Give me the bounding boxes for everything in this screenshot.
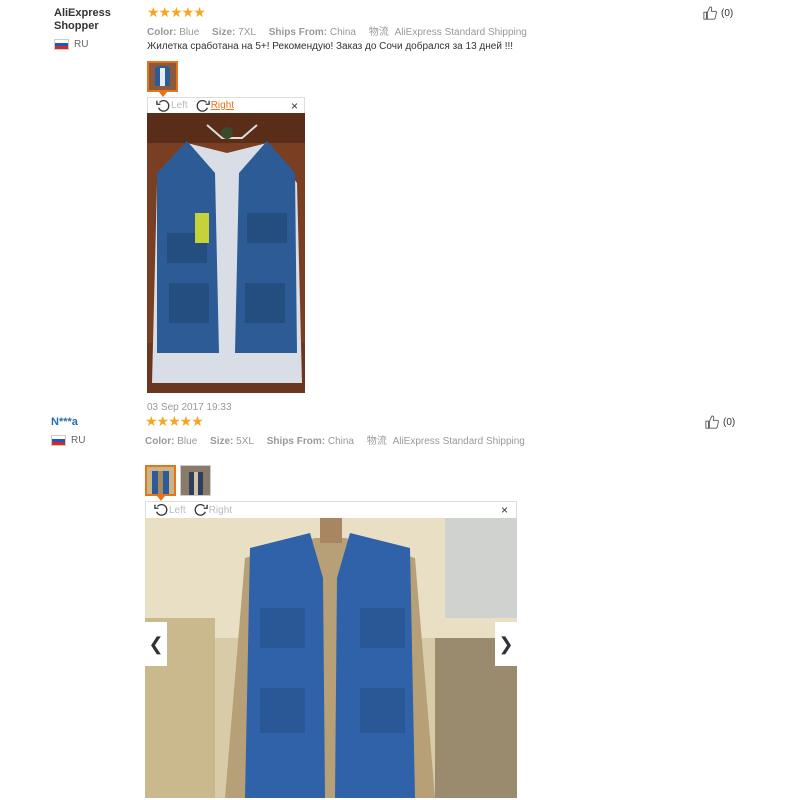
size-value: 7XL (238, 27, 256, 38)
flag-ru-icon (54, 39, 69, 50)
rotate-right-icon (194, 504, 208, 516)
thumbnail-image (181, 466, 210, 495)
color-value: Blue (177, 436, 198, 447)
order-info: Color: Blue Size: 5XL Ships From: China … (145, 432, 525, 447)
chevron-right-icon[interactable]: ❯ (495, 622, 517, 666)
size-label: Size: (210, 436, 234, 447)
rotate-left-button[interactable]: Left (156, 99, 188, 113)
flag-ru-icon (51, 435, 66, 446)
review-date: 03 Sep 2017 19:33 (147, 402, 232, 413)
close-icon[interactable]: × (291, 99, 298, 113)
ships-label: Ships From: (268, 27, 328, 38)
rotate-left-button[interactable]: Left (154, 503, 186, 517)
review-text: Жилетка сработана на 5+! Рекомендую! Зак… (147, 41, 514, 52)
rating-stars: ★★★★★ (147, 4, 206, 20)
vest-photo-image (145, 518, 517, 798)
order-info: Color: Blue Size: 7XL Ships From: China … (147, 23, 527, 38)
rating-stars: ★★★★★ (145, 413, 204, 429)
reviewer-name: AliExpress Shopper (54, 7, 111, 32)
rotate-left-label: Left (169, 504, 186, 516)
rotate-left-icon (154, 504, 168, 516)
review-photo (145, 518, 517, 798)
thumbnail-image (147, 467, 174, 494)
rotate-right-icon (196, 99, 210, 112)
rotate-right-label: Right (208, 504, 233, 516)
thumbs-up-icon (703, 6, 717, 20)
ships-value: China (329, 27, 356, 38)
rotate-right-button[interactable]: Right (194, 503, 232, 517)
vest-photo-image (147, 113, 305, 393)
thumbs-up-icon (705, 415, 719, 429)
rotate-right-label: Right (210, 100, 235, 111)
photo-thumbnail[interactable] (180, 465, 211, 496)
logistics-icon: 物流 (366, 436, 387, 447)
thumbnail-image (149, 63, 176, 90)
rotate-left-icon (156, 99, 170, 112)
ships-label: Ships From: (266, 436, 326, 447)
helpful-button[interactable]: (0) (705, 415, 735, 429)
country-code: RU (74, 39, 89, 50)
color-label: Color: (145, 436, 175, 447)
color-value: Blue (179, 27, 200, 38)
close-icon[interactable]: × (501, 503, 508, 517)
photo-thumbnail[interactable] (145, 465, 176, 496)
reviewer-country: RU (51, 435, 85, 446)
logistics-icon: 物流 (368, 27, 389, 38)
rotate-right-button[interactable]: Right (196, 99, 234, 113)
helpful-count: (0) (723, 416, 736, 428)
size-value: 5XL (236, 436, 254, 447)
image-viewer-toolbar: Left Right × (145, 501, 517, 518)
reviewer-name[interactable]: N***a (51, 416, 78, 429)
review-photo (147, 113, 305, 393)
reviewer-country: RU (54, 39, 88, 50)
helpful-count: (0) (721, 7, 734, 19)
shipping-method: AliExpress Standard Shipping (392, 436, 525, 447)
rotate-left-label: Left (171, 100, 188, 111)
photo-thumbnail[interactable] (147, 61, 178, 92)
ships-value: China (327, 436, 354, 447)
shipping-method: AliExpress Standard Shipping (394, 27, 527, 38)
helpful-button[interactable]: (0) (703, 6, 733, 20)
image-viewer-toolbar: Left Right × (147, 97, 305, 113)
color-label: Color: (147, 27, 177, 38)
country-code: RU (71, 435, 86, 446)
chevron-left-icon[interactable]: ❮ (145, 622, 167, 666)
size-label: Size: (212, 27, 236, 38)
